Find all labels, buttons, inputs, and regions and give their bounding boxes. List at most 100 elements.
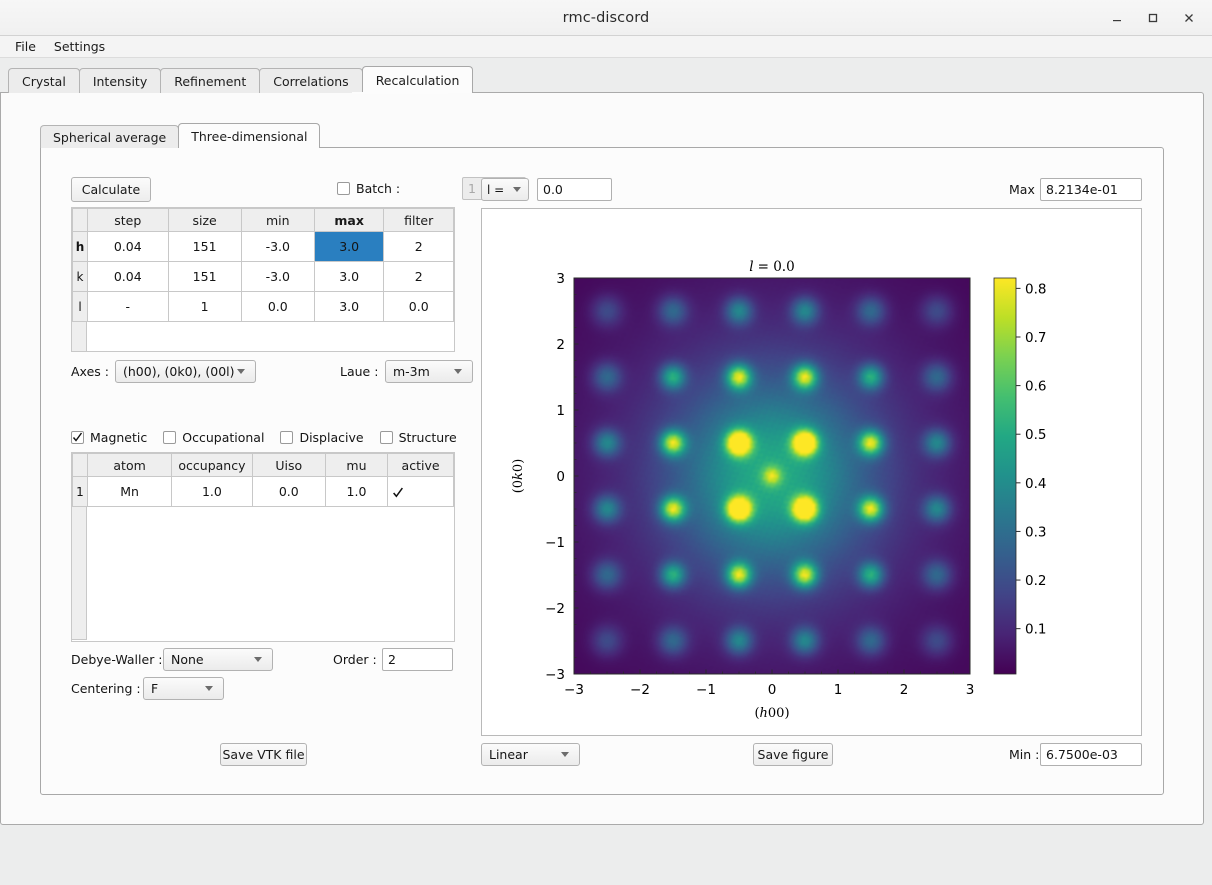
chevron-down-icon <box>561 752 569 757</box>
displacive-label: Displacive <box>299 429 364 445</box>
magnetic-checkbox[interactable] <box>71 430 84 444</box>
active-tab-seam <box>352 92 448 94</box>
axes-laue-row: Axes : (h00), (0k0), (00l) Laue : m-3m <box>71 360 473 383</box>
tab-three-dimensional[interactable]: Three-dimensional <box>178 123 321 148</box>
recalculation-tabbar: Spherical average Three-dimensional <box>40 123 321 148</box>
window-controls <box>1100 0 1206 36</box>
svg-text:3: 3 <box>556 271 565 287</box>
hkl-table-wrapper: step size min max filter h 0.04 151 -3.0… <box>71 207 455 352</box>
order-label: Order : <box>333 652 377 667</box>
svg-text:−1: −1 <box>696 682 716 698</box>
atom-corner-cell <box>72 453 88 477</box>
atom-occupancy-cell[interactable]: 1.0 <box>171 476 253 507</box>
menu-item-file[interactable]: File <box>8 37 43 56</box>
atom-col-active[interactable]: active <box>387 453 454 477</box>
hkl-l-step[interactable]: - <box>87 291 169 322</box>
axes-label: Axes : <box>71 364 109 379</box>
magnetic-label: Magnetic <box>90 429 148 445</box>
hkl-k-min[interactable]: -3.0 <box>240 261 315 292</box>
tab-spherical-average[interactable]: Spherical average <box>40 125 180 148</box>
slice-axis-dropdown[interactable]: l = <box>481 178 529 201</box>
chevron-down-icon <box>513 187 521 192</box>
hkl-col-min[interactable]: min <box>240 208 315 232</box>
hkl-col-step[interactable]: step <box>87 208 169 232</box>
slice-value-input[interactable]: 0.0 <box>537 178 612 201</box>
min-input[interactable]: 6.7500e-03 <box>1040 743 1142 766</box>
atom-active-cell[interactable] <box>387 476 454 507</box>
hkl-col-max[interactable]: max <box>313 208 385 232</box>
hkl-table-header-row: step size min max filter <box>72 208 454 232</box>
calculate-button[interactable]: Calculate <box>71 177 151 202</box>
tab-refinement[interactable]: Refinement <box>160 68 261 93</box>
close-icon[interactable] <box>1172 3 1206 33</box>
save-figure-button[interactable]: Save figure <box>753 743 833 766</box>
axes-dropdown[interactable]: (h00), (0k0), (00l) <box>115 360 256 383</box>
occupational-checkbox[interactable] <box>163 430 177 444</box>
atom-uiso-cell[interactable]: 0.0 <box>251 476 326 507</box>
plot-canvas: l = 0.0 −3 −2 −1 0 1 2 3 −3 −2 −1 0 1 2 3 (h00) (0k0) … <box>481 208 1142 736</box>
centering-dropdown[interactable]: F <box>143 677 224 700</box>
window-titlebar: rmc-discord <box>0 0 1212 36</box>
tab-recalculation[interactable]: Recalculation <box>361 66 474 93</box>
occupational-label: Occupational <box>182 429 265 445</box>
svg-text:−2: −2 <box>630 682 650 698</box>
y-axis-label: (0k0) <box>511 459 526 494</box>
atom-table-gutter <box>72 507 87 640</box>
table-row: l - 1 0.0 3.0 0.0 <box>72 291 454 322</box>
atom-col-atom[interactable]: atom <box>86 453 173 477</box>
hkl-h-size[interactable]: 151 <box>167 231 242 262</box>
table-row: 1 Mn 1.0 0.0 1.0 <box>72 476 454 507</box>
scale-dropdown[interactable]: Linear <box>481 743 580 766</box>
max-input[interactable]: 8.2134e-01 <box>1040 178 1142 201</box>
hkl-k-filter[interactable]: 2 <box>383 261 454 292</box>
hkl-col-filter[interactable]: filter <box>383 208 454 232</box>
hkl-table-blank <box>87 322 454 351</box>
svg-text:2: 2 <box>900 682 909 698</box>
tab-crystal[interactable]: Crystal <box>8 68 80 93</box>
tab-correlations[interactable]: Correlations <box>259 68 363 93</box>
hkl-h-filter[interactable]: 2 <box>383 231 454 262</box>
displacive-checkbox[interactable] <box>280 430 294 444</box>
atom-name-cell[interactable]: Mn <box>86 476 173 507</box>
hkl-col-size[interactable]: size <box>167 208 242 232</box>
colorbar <box>993 277 1017 675</box>
hkl-k-max[interactable]: 3.0 <box>313 261 385 292</box>
order-input[interactable]: 2 <box>382 648 453 671</box>
hkl-k-size[interactable]: 151 <box>167 261 242 292</box>
hkl-l-filter[interactable]: 0.0 <box>383 291 454 322</box>
diffuse-scattering-plot: l = 0.0 −3 −2 −1 0 1 2 3−3−2−10123 (h00) (0k0) … <box>482 209 1141 735</box>
hkl-l-max[interactable]: 3.0 <box>313 291 385 322</box>
atom-mu-cell[interactable]: 1.0 <box>324 476 389 507</box>
atom-col-mu[interactable]: mu <box>324 453 389 477</box>
hkl-h-max[interactable]: 3.0 <box>313 231 385 262</box>
debye-waller-dropdown[interactable]: None <box>163 648 273 671</box>
minimize-icon[interactable] <box>1100 3 1134 33</box>
atom-col-uiso[interactable]: Uiso <box>251 453 326 477</box>
hkl-k-step[interactable]: 0.04 <box>87 261 169 292</box>
hkl-table-gutter <box>72 322 87 351</box>
hkl-h-step[interactable]: 0.04 <box>87 231 169 262</box>
mode-checkbox-row: Magnetic Occupational Displacive Structu… <box>71 429 457 445</box>
svg-text:1: 1 <box>834 682 843 698</box>
hkl-h-min[interactable]: -3.0 <box>240 231 315 262</box>
menu-item-settings[interactable]: Settings <box>47 37 112 56</box>
hkl-l-min[interactable]: 0.0 <box>240 291 315 322</box>
svg-text:−1: −1 <box>545 535 565 551</box>
atom-table-header-row: atom occupancy Uiso mu active <box>72 453 454 477</box>
chevron-down-icon <box>237 369 245 374</box>
svg-text:2: 2 <box>556 337 565 353</box>
structure-checkbox[interactable] <box>379 430 393 444</box>
svg-text:3: 3 <box>966 682 975 698</box>
svg-text:−3: −3 <box>564 682 584 698</box>
save-vtk-button[interactable]: Save VTK file <box>220 743 307 766</box>
hkl-table-empty-area <box>72 322 454 351</box>
laue-dropdown[interactable]: m-3m <box>385 360 473 383</box>
batch-checkbox[interactable] <box>337 182 350 195</box>
svg-text:0.6: 0.6 <box>1025 379 1046 395</box>
tab-intensity[interactable]: Intensity <box>78 68 162 93</box>
plot-bottom-controls: Linear Save figure Min : 6.7500e-03 <box>481 743 1142 766</box>
hkl-table: step size min max filter h 0.04 151 -3.0… <box>72 208 454 322</box>
maximize-icon[interactable] <box>1136 3 1170 33</box>
atom-col-occupancy[interactable]: occupancy <box>171 453 253 477</box>
hkl-l-size[interactable]: 1 <box>167 291 242 322</box>
